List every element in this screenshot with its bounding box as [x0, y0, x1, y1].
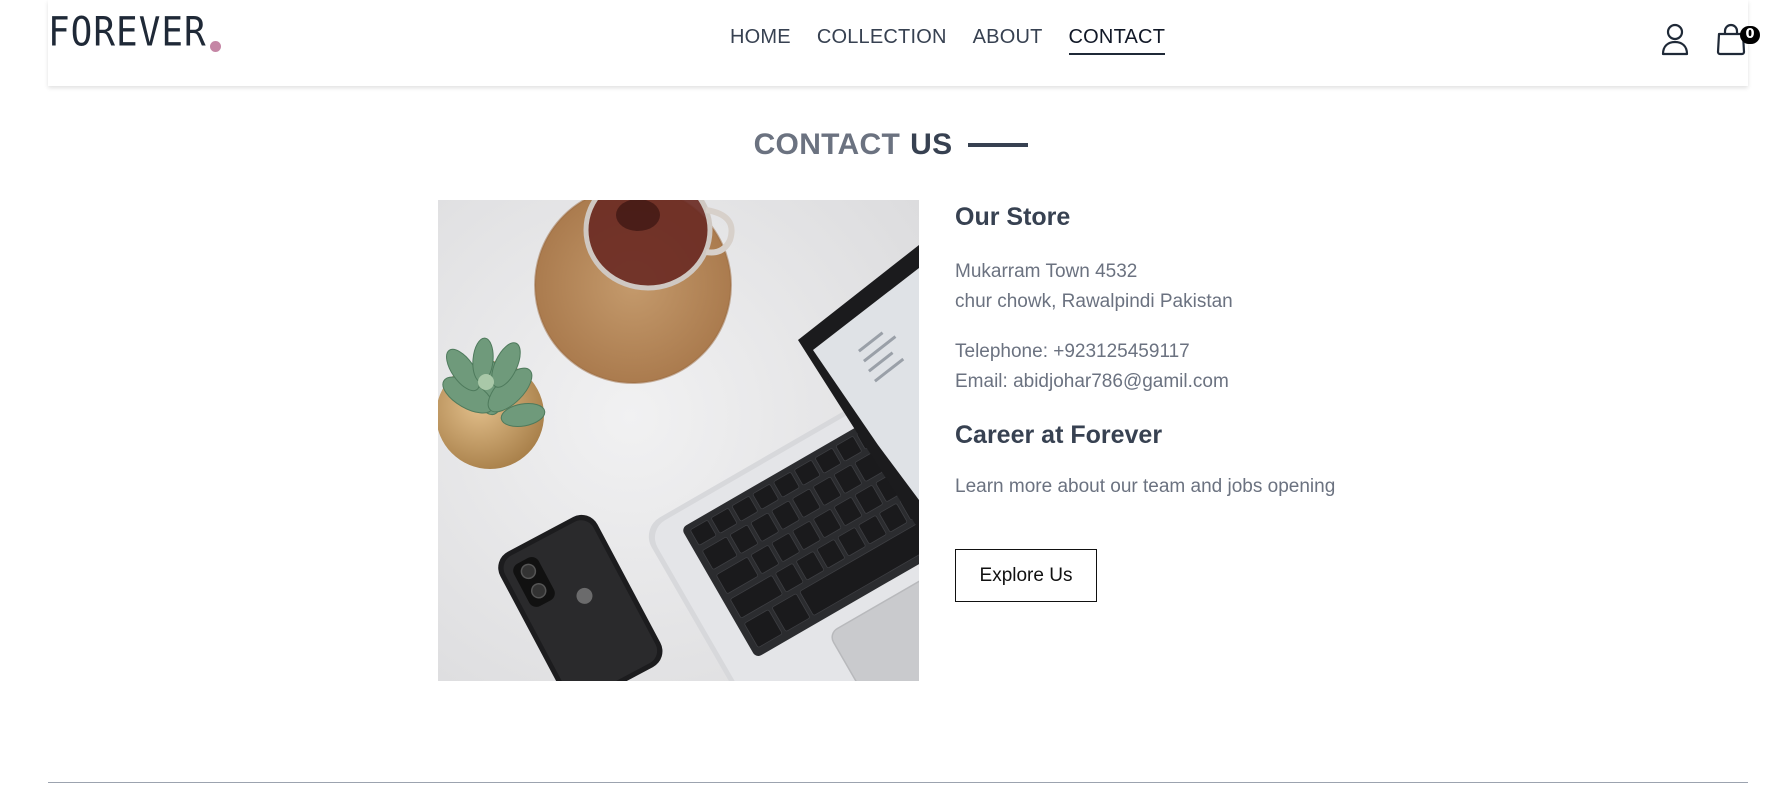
contact-page: FOREVER HOME COLLECTION ABOUT CONTACT 0 … [0, 0, 1782, 797]
career-heading: Career at Forever [955, 421, 1163, 449]
store-email: Email: abidjohar786@gamil.com [955, 371, 1229, 392]
nav-home[interactable]: HOME [730, 26, 791, 55]
shopping-bag-icon[interactable]: 0 [1714, 22, 1760, 56]
nav-about[interactable]: ABOUT [973, 26, 1043, 55]
title-divider-line [968, 143, 1029, 147]
page-title-light: CONTACT [753, 128, 901, 161]
explore-us-button[interactable]: Explore Us [955, 549, 1097, 602]
store-heading: Our Store [955, 203, 1071, 231]
nav-contact[interactable]: CONTACT [1068, 26, 1166, 55]
career-text: Learn more about our team and jobs openi… [955, 476, 1336, 497]
contact-photo [438, 200, 919, 681]
address-line-2: chur chowk, Rawalpindi Pakistan [955, 291, 1233, 312]
brand-logo[interactable]: FOREVER [48, 10, 221, 58]
page-title-dark: US [910, 128, 953, 161]
page-title: CONTACT US [0, 128, 1782, 162]
nav-collection[interactable]: COLLECTION [817, 26, 947, 55]
main-nav: HOME COLLECTION ABOUT CONTACT [730, 26, 1165, 55]
address-line-1: Mukarram Town 4532 [955, 261, 1138, 282]
site-header: FOREVER HOME COLLECTION ABOUT CONTACT 0 [48, 0, 1760, 86]
logo-dot [209, 41, 221, 52]
user-icon-svg [1661, 23, 1689, 56]
store-address: Mukarram Town 4532 chur chowk, Rawalpind… [955, 257, 1233, 317]
store-contact: Telephone: +923125459117 Email: abidjoha… [955, 337, 1229, 397]
laptop-desk-photo [438, 200, 919, 681]
footer-divider [48, 782, 1748, 783]
header-icons: 0 [1658, 22, 1760, 56]
logo-text: FOREVER [48, 9, 207, 56]
cart-count-badge: 0 [1740, 26, 1760, 44]
store-telephone: Telephone: +923125459117 [955, 341, 1190, 362]
user-icon[interactable] [1658, 22, 1692, 56]
